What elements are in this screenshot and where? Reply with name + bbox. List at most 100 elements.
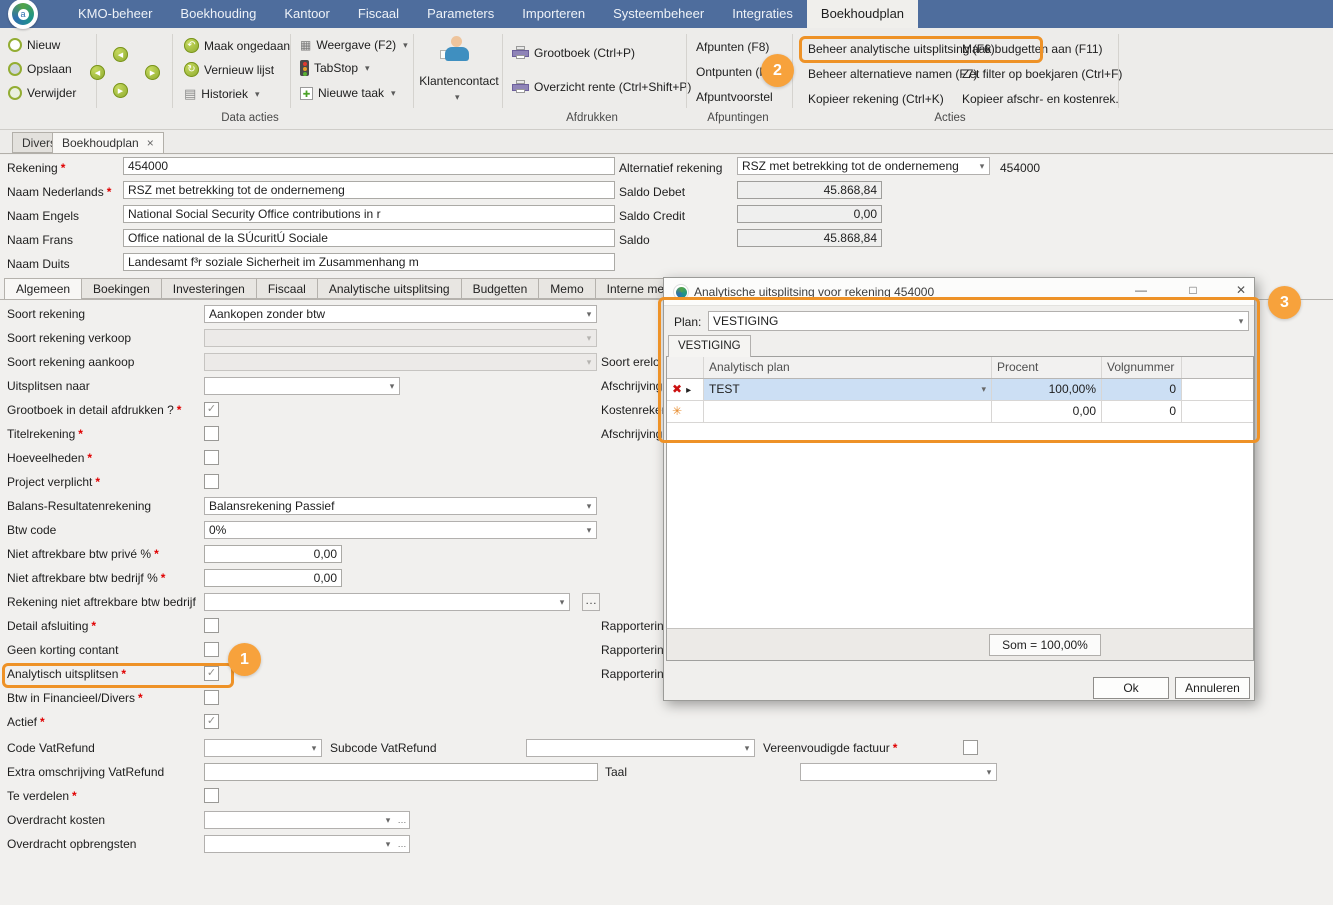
overzicht-rente-button[interactable]: Overzicht rente (Ctrl+Shift+P) bbox=[512, 80, 691, 94]
zet-filter-boekjaren-button[interactable]: Zet filter op boekjaren (Ctrl+F) bbox=[962, 67, 1122, 81]
btw-prive-input[interactable]: 0,00 bbox=[204, 545, 342, 563]
ok-button[interactable]: Ok bbox=[1093, 677, 1169, 699]
nav-next-button[interactable]: ▶ bbox=[113, 83, 128, 98]
tabstop-button[interactable]: TabStop▾ bbox=[300, 60, 370, 76]
weergave-button[interactable]: ▦Weergave (F2)▾ bbox=[300, 38, 408, 52]
maak-ongedaan-button[interactable]: ↶Maak ongedaan bbox=[184, 38, 290, 53]
verwijder-button[interactable]: Verwijder bbox=[8, 86, 76, 100]
project-verplicht-checkbox[interactable] bbox=[204, 474, 219, 489]
grootboek-button[interactable]: Grootboek (Ctrl+P) bbox=[512, 46, 635, 60]
tab-boekingen[interactable]: Boekingen bbox=[82, 278, 162, 299]
app-logo-icon[interactable]: a bbox=[8, 0, 38, 29]
btw-financieel-divers-checkbox[interactable] bbox=[204, 690, 219, 705]
cell-procent[interactable]: 100,00% bbox=[992, 379, 1102, 400]
tab-fiscaal[interactable]: Fiscaal bbox=[257, 278, 318, 299]
tab-boekhoudplan[interactable]: Boekhoudplan× bbox=[52, 132, 164, 154]
overdracht-opbrengsten-select[interactable]: ▾… bbox=[204, 835, 410, 853]
alternatief-rekening-select[interactable]: RSZ met betrekking tot de ondernemeng▾ bbox=[737, 157, 990, 175]
naam-nederlands-input[interactable]: RSZ met betrekking tot de ondernemeng bbox=[123, 181, 615, 199]
plan-select[interactable]: VESTIGING▾ bbox=[708, 311, 1249, 331]
nieuw-button[interactable]: Nieuw bbox=[8, 38, 60, 52]
chevron-down-icon: ▾ bbox=[403, 40, 408, 51]
nav-previous-button[interactable]: ◀ bbox=[113, 47, 128, 62]
view-icon: ▦ bbox=[300, 38, 311, 52]
soort-rekening-select[interactable]: Aankopen zonder btw▾ bbox=[204, 305, 597, 323]
close-icon[interactable]: ✕ bbox=[1231, 283, 1251, 297]
tab-analytische-uitsplitsing[interactable]: Analytische uitsplitsing bbox=[318, 278, 462, 299]
cell-volgnummer[interactable]: 0 bbox=[1102, 401, 1182, 422]
menu-fiscaal[interactable]: Fiscaal bbox=[344, 0, 413, 28]
btw-bedrijf-input[interactable]: 0,00 bbox=[204, 569, 342, 587]
menu-kmo-beheer[interactable]: KMO-beheer bbox=[64, 0, 166, 28]
tab-memo[interactable]: Memo bbox=[539, 278, 595, 299]
ellipsis-icon[interactable]: … bbox=[395, 839, 409, 849]
balans-resultatenrekening-select[interactable]: Balansrekening Passief▾ bbox=[204, 497, 597, 515]
subcode-vatrefund-select[interactable]: ▾ bbox=[526, 739, 755, 757]
kopieer-afschr-kostenrek-button[interactable]: Kopieer afschr- en kostenrek. bbox=[962, 92, 1119, 106]
opslaan-button[interactable]: Opslaan bbox=[8, 62, 72, 76]
overdracht-kosten-select[interactable]: ▾… bbox=[204, 811, 410, 829]
sum-strip: Som = 100,00% bbox=[667, 628, 1253, 660]
maximize-icon[interactable]: □ bbox=[1183, 283, 1203, 297]
menu-kantoor[interactable]: Kantoor bbox=[270, 0, 344, 28]
rekening-input[interactable]: 454000 bbox=[123, 157, 615, 175]
geen-korting-contant-checkbox[interactable] bbox=[204, 642, 219, 657]
kopieer-rekening-button[interactable]: Kopieer rekening (Ctrl+K) bbox=[808, 92, 944, 106]
delete-row-icon[interactable]: ✖ bbox=[672, 382, 682, 396]
grootboek-detail-checkbox[interactable]: ✓ bbox=[204, 402, 219, 417]
maak-budgetten-button[interactable]: Maak budgetten aan (F11) bbox=[962, 42, 1103, 56]
beheer-alternatieve-namen-button[interactable]: Beheer alternatieve namen (F7) bbox=[808, 67, 977, 81]
menu-boekhouding[interactable]: Boekhouding bbox=[166, 0, 270, 28]
code-vatrefund-select[interactable]: ▾ bbox=[204, 739, 322, 757]
detail-afsluiting-checkbox[interactable] bbox=[204, 618, 219, 633]
afpuntvoorstel-button[interactable]: Afpuntvoorstel bbox=[696, 90, 773, 104]
analytisch-uitsplitsen-checkbox[interactable]: ✓ bbox=[204, 666, 219, 681]
close-tab-icon[interactable]: × bbox=[147, 136, 154, 150]
grid-row-new[interactable]: ✳ 0,00 0 bbox=[667, 401, 1253, 423]
naam-frans-input[interactable]: Office national de la SÚcuritÚ Sociale bbox=[123, 229, 615, 247]
column-volgnummer[interactable]: Volgnummer bbox=[1102, 357, 1182, 378]
extra-omschrijving-vatrefund-input[interactable] bbox=[204, 763, 598, 781]
uitsplitsen-naar-select[interactable]: ▾ bbox=[204, 377, 400, 395]
rekening-niet-aftrekbaar-browse-button[interactable]: … bbox=[582, 593, 600, 611]
te-verdelen-checkbox[interactable] bbox=[204, 788, 219, 803]
cell-volgnummer[interactable]: 0 bbox=[1102, 379, 1182, 400]
tab-algemeen[interactable]: Algemeen bbox=[4, 278, 82, 300]
nav-first-button[interactable]: ◀ bbox=[90, 65, 105, 80]
document-tabstrip: Divers Boekhoudplan× bbox=[0, 130, 1333, 155]
cell-analytisch-plan[interactable] bbox=[704, 401, 992, 422]
required-marker: * bbox=[87, 451, 92, 465]
ellipsis-icon[interactable]: … bbox=[395, 815, 409, 825]
minimize-icon[interactable]: — bbox=[1131, 283, 1151, 297]
menu-boekhoudplan[interactable]: Boekhoudplan bbox=[807, 0, 918, 28]
menu-importeren[interactable]: Importeren bbox=[508, 0, 599, 28]
column-analytisch-plan[interactable]: Analytisch plan bbox=[704, 357, 992, 378]
taal-select[interactable]: ▾ bbox=[800, 763, 997, 781]
annuleren-button[interactable]: Annuleren bbox=[1175, 677, 1250, 699]
nieuwe-taak-button[interactable]: ✚Nieuwe taak▾ bbox=[300, 86, 396, 100]
vereenvoudigde-factuur-checkbox[interactable] bbox=[963, 740, 978, 755]
cell-procent[interactable]: 0,00 bbox=[992, 401, 1102, 422]
cell-analytisch-plan[interactable]: TEST▾ bbox=[704, 379, 992, 400]
menu-systeembeheer[interactable]: Systeembeheer bbox=[599, 0, 718, 28]
hoeveelheden-checkbox[interactable] bbox=[204, 450, 219, 465]
dialog-titlebar[interactable]: Analytische uitsplitsing voor rekening 4… bbox=[664, 278, 1254, 306]
tab-investeringen[interactable]: Investeringen bbox=[162, 278, 257, 299]
actief-checkbox[interactable]: ✓ bbox=[204, 714, 219, 729]
btw-code-select[interactable]: 0%▾ bbox=[204, 521, 597, 539]
historiek-button[interactable]: ▤Historiek▾ bbox=[184, 86, 260, 102]
tab-vestiging[interactable]: VESTIGING bbox=[668, 335, 751, 357]
afpunten-button[interactable]: Afpunten (F8) bbox=[696, 40, 769, 54]
grid-row-1[interactable]: ✖▸ TEST▾ 100,00% 0 bbox=[667, 379, 1253, 401]
titelrekening-checkbox[interactable] bbox=[204, 426, 219, 441]
rekening-niet-aftrekbaar-select[interactable]: ▾ bbox=[204, 593, 570, 611]
nav-last-button[interactable]: ▶ bbox=[145, 65, 160, 80]
naam-duits-input[interactable]: Landesamt f³r soziale Sicherheit im Zusa… bbox=[123, 253, 615, 271]
column-procent[interactable]: Procent bbox=[992, 357, 1102, 378]
naam-engels-input[interactable]: National Social Security Office contribu… bbox=[123, 205, 615, 223]
menu-parameters[interactable]: Parameters bbox=[413, 0, 508, 28]
tab-budgetten[interactable]: Budgetten bbox=[462, 278, 540, 299]
vernieuw-lijst-button[interactable]: ↻Vernieuw lijst bbox=[184, 62, 274, 77]
menu-integraties[interactable]: Integraties bbox=[718, 0, 807, 28]
rekening-label: Rekening* bbox=[7, 161, 65, 176]
